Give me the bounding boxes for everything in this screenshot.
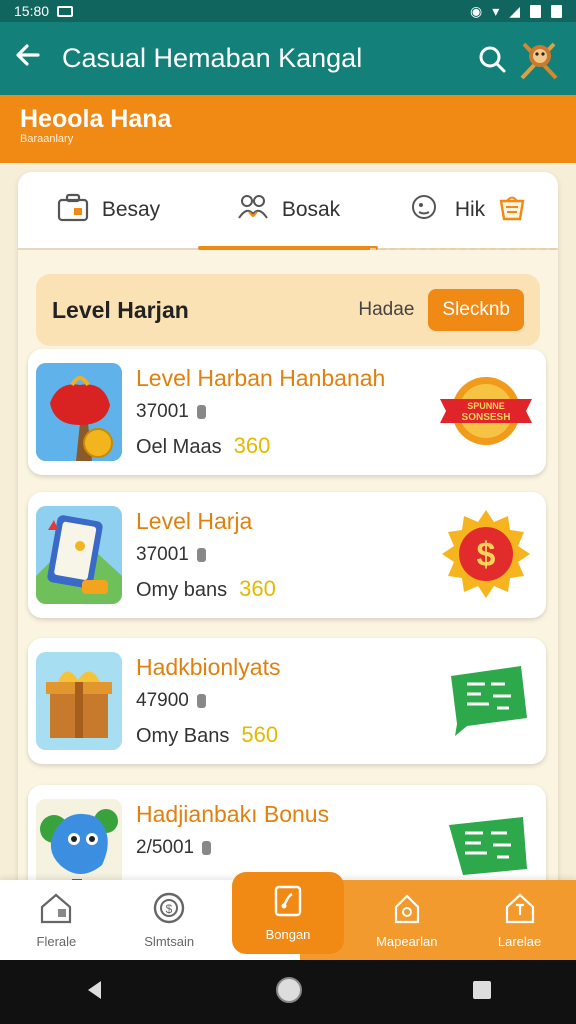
nav-item-flerale[interactable]: Flerale [0, 880, 113, 960]
status-time: 15:80 [14, 3, 50, 19]
card-reward: Omy bans 360 [136, 576, 276, 602]
level-title: Level Harjan [52, 296, 189, 323]
card-count-value: 37001 [136, 401, 189, 422]
home-icon [38, 891, 74, 928]
message-icon [57, 5, 74, 17]
tab-besay[interactable]: Besay [18, 172, 198, 248]
search-icon[interactable] [468, 35, 516, 83]
card-count: 37001 [136, 544, 206, 566]
green-tag-icon [438, 660, 534, 740]
card-title: Level Harban Hanbanah [136, 365, 386, 391]
reward-label: Omy Bans [136, 725, 230, 747]
card-title: Hadjianbakı Bonus [136, 801, 330, 827]
reward-amount: 360 [233, 433, 271, 458]
home-circle-icon[interactable] [274, 975, 304, 1010]
level-action-button[interactable]: Slecknb [428, 289, 524, 331]
ribbon-badge-icon: SPUNNE SONSESH [438, 371, 534, 451]
recents-square-icon[interactable] [471, 979, 493, 1006]
card-count-icon [196, 694, 206, 708]
tab-bosak[interactable]: Bosak [198, 172, 378, 250]
nav-label: Mapearlan [376, 934, 438, 949]
reward-card[interactable]: Hadkbionlyats 47900 Omy Bans 560 [28, 638, 546, 764]
nav-label: Flerale [36, 934, 77, 949]
level-link[interactable]: Hadae [358, 299, 414, 321]
basket-icon [497, 192, 527, 228]
nav-item-mapearlan[interactable]: Mapearlan [350, 880, 463, 960]
people-icon [236, 192, 270, 228]
card-title: Hadkbionlyats [136, 654, 281, 680]
card-count-value: 47900 [136, 690, 189, 711]
reward-card[interactable]: Level Harban Hanbanah 37001 Oel Maas 360 … [28, 349, 546, 475]
dollar-badge-icon: $ [438, 510, 534, 598]
app-bar: Casual Hemaban Kangal [0, 22, 576, 95]
level-header: Level Harjan Hadae Slecknb [36, 274, 540, 346]
back-arrow-icon[interactable] [14, 41, 62, 77]
dollar-symbol: $ [477, 536, 496, 574]
back-triangle-icon[interactable] [83, 978, 107, 1007]
nav-item-bongan[interactable]: Bongan [231, 872, 345, 954]
tab-hik[interactable]: Hik [378, 172, 558, 248]
card-reward: Oel Maas 360 [136, 433, 270, 459]
battery-icon-2 [551, 4, 562, 18]
card-count: 2/5001 [136, 837, 212, 859]
svg-text:SPUNNE: SPUNNE [467, 401, 505, 411]
promo-title: Heoola Hana [20, 105, 172, 133]
signal-icon: ◢ [509, 2, 520, 19]
card-count-icon [196, 548, 206, 562]
lock-icon [390, 891, 424, 928]
svg-text:SONSESH: SONSESH [462, 412, 511, 423]
note-icon [271, 884, 305, 921]
card-reward: Omy Bans 560 [136, 722, 278, 748]
briefcase-icon [56, 192, 90, 228]
nav-label: Slmtsain [144, 934, 195, 949]
nav-item-slmtsain[interactable]: $ Slmtsain [113, 880, 226, 960]
card-title: Level Harja [136, 508, 253, 534]
card-count: 47900 [136, 690, 206, 712]
status-icons: ◉ ▾ ◢ [470, 3, 562, 20]
system-nav-bar [0, 960, 576, 1024]
nav-item-larelae[interactable]: Larelae [463, 880, 576, 960]
battery-icon [530, 4, 541, 18]
mascot-icon[interactable] [516, 36, 562, 82]
alarm-icon: ◉ [469, 2, 483, 19]
svg-text:$: $ [166, 902, 173, 916]
house-icon [503, 891, 537, 928]
bottom-nav: Flerale $ Slmtsain Bongan Mapearlan Lare… [0, 872, 576, 960]
status-bar: 15:80 ◉ ▾ ◢ [0, 0, 576, 22]
promo-banner[interactable]: Heoola Hana Baraanlary [0, 95, 576, 163]
tab-bar: Besay Bosak Hik [18, 172, 558, 250]
app-title: Casual Hemaban Kangal [62, 43, 363, 73]
reward-card[interactable]: Level Harja 37001 Omy bans 360 $ [28, 492, 546, 618]
card-count: 37001 [136, 401, 206, 423]
wifi-icon: ▾ [492, 2, 500, 19]
promo-subtitle: Baraanlary [20, 133, 74, 145]
card-count-icon [196, 405, 206, 419]
card-count-value: 2/5001 [136, 837, 195, 858]
tablet-icon [36, 506, 122, 604]
coin-icon: $ [152, 891, 186, 928]
main-panel: Besay Bosak Hik Level Harjan Hadae Sleck… [18, 172, 558, 932]
card-count-value: 37001 [136, 544, 189, 565]
treasure-bag-icon [36, 363, 122, 461]
reward-label: Oel Maas [136, 436, 222, 458]
tab-label: Hik [454, 198, 486, 221]
reward-amount: 560 [241, 722, 279, 747]
card-count-icon [202, 841, 212, 855]
gift-box-icon [36, 652, 122, 750]
tab-label: Besay [101, 198, 161, 221]
nav-label: Larelae [497, 934, 542, 949]
headset-icon [409, 192, 443, 228]
reward-amount: 360 [239, 576, 276, 601]
tab-divider [370, 248, 556, 250]
tab-label: Bosak [281, 198, 341, 221]
green-tag-icon [438, 807, 534, 887]
nav-label: Bongan [265, 927, 311, 942]
reward-label: Omy bans [136, 579, 228, 601]
